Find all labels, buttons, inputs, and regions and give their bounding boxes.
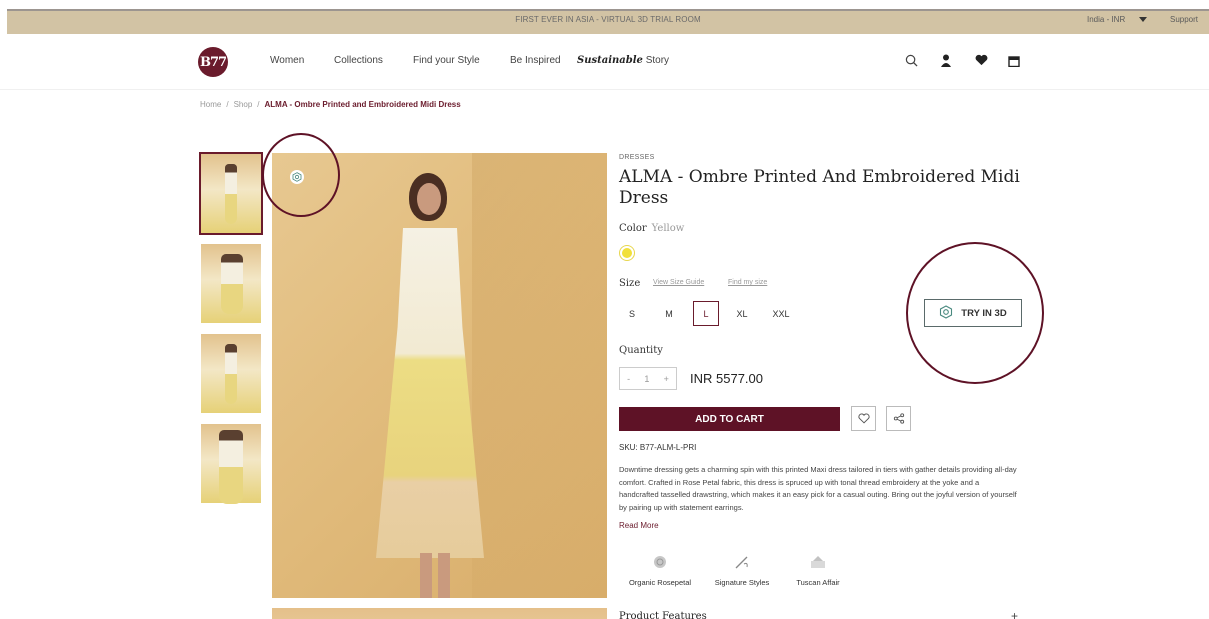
heart-outline-icon	[857, 413, 870, 424]
search-icon[interactable]	[903, 52, 919, 68]
color-swatch-yellow[interactable]	[620, 246, 634, 260]
breadcrumb: Home / Shop / ALMA - Ombre Printed and Embro…	[200, 100, 461, 109]
heart-icon[interactable]	[973, 52, 989, 68]
nav-women[interactable]: Women	[270, 55, 304, 66]
size-xxl-button[interactable]: XXL	[767, 301, 795, 326]
caret-down-icon	[1139, 17, 1148, 22]
thumbnail-3[interactable]	[201, 334, 261, 413]
feature-tuscan-affair: Tuscan Affair	[786, 553, 850, 587]
promo-bar: FIRST EVER IN ASIA - VIRTUAL 3D TRIAL RO…	[7, 9, 1209, 34]
user-icon[interactable]	[938, 52, 954, 68]
feature-label: Signature Styles	[714, 578, 770, 587]
qty-increment-button[interactable]: +	[664, 374, 669, 384]
brand-logo[interactable]: B77	[198, 47, 228, 77]
read-more-link[interactable]: Read More	[619, 521, 659, 530]
image-shadow	[472, 153, 607, 598]
thumbnail-4[interactable]	[201, 424, 261, 504]
add-to-cart-button[interactable]: ADD TO CART	[619, 407, 840, 431]
thumbnail-figure	[221, 254, 243, 314]
region-label: India - INR	[1087, 15, 1126, 24]
size-xl-button[interactable]: XL	[729, 301, 755, 326]
share-button[interactable]	[886, 406, 911, 431]
region-selector[interactable]: India - INR	[1087, 15, 1148, 24]
thumbnail-2[interactable]	[201, 244, 261, 323]
site-header: B77 Women Collections Find your Style Be…	[0, 34, 1209, 90]
nav-be-inspired[interactable]: Be Inspired	[510, 55, 561, 66]
color-label: Color	[619, 223, 647, 234]
breadcrumb-separator: /	[257, 100, 260, 109]
breadcrumb-shop[interactable]: Shop	[234, 100, 253, 109]
thumbnail-figure	[225, 164, 237, 224]
size-m-button[interactable]: M	[656, 301, 682, 326]
share-icon	[893, 413, 904, 424]
color-value: Yellow	[651, 223, 685, 234]
feature-label: Organic Rosepetal	[628, 578, 692, 587]
dress-figure	[376, 228, 484, 558]
support-link[interactable]: Support	[1170, 15, 1198, 24]
color-row: Color Yellow	[619, 223, 684, 234]
view-size-guide-link[interactable]: View Size Guide	[653, 279, 704, 286]
breadcrumb-separator: /	[226, 100, 229, 109]
bag-icon[interactable]	[1006, 52, 1022, 68]
thumbnail-figure	[225, 344, 237, 404]
product-sku: SKU: B77-ALM-L-PRI	[619, 443, 697, 452]
size-label: Size	[619, 278, 641, 289]
promo-text: FIRST EVER IN ASIA - VIRTUAL 3D TRIAL RO…	[515, 15, 701, 24]
highlight-circle	[906, 242, 1044, 384]
quantity-stepper: - 1 +	[619, 367, 677, 390]
qty-decrement-button[interactable]: -	[627, 374, 630, 384]
nav-story: Story	[642, 55, 670, 66]
needle-icon	[706, 553, 778, 571]
quantity-label: Quantity	[619, 345, 663, 356]
feature-label: Tuscan Affair	[796, 578, 840, 587]
breadcrumb-home[interactable]: Home	[200, 100, 221, 109]
breadcrumb-current: ALMA - Ombre Printed and Embroidered Mid…	[264, 100, 461, 109]
landscape-icon	[786, 553, 850, 571]
feature-organic-rosepetal: Organic Rosepetal	[620, 553, 700, 587]
nav-collections[interactable]: Collections	[334, 55, 383, 66]
size-s-button[interactable]: S	[619, 301, 645, 326]
find-my-size-link[interactable]: Find my size	[728, 279, 767, 286]
product-features-heading[interactable]: Product Features	[619, 611, 707, 619]
expand-icon[interactable]: +	[1011, 609, 1018, 619]
thumbnail-1[interactable]	[199, 152, 263, 235]
product-price: INR 5577.00	[690, 371, 763, 386]
nav-sustainable-bold: Sustainable	[577, 55, 643, 66]
qty-value[interactable]: 1	[644, 374, 649, 384]
thumbnail-figure	[219, 430, 243, 504]
wishlist-button[interactable]	[851, 406, 876, 431]
product-title: ALMA - Ombre Printed And Embroidered Mid…	[619, 167, 1020, 208]
nav-find-your-style[interactable]: Find your Style	[413, 55, 480, 66]
next-product-image[interactable]	[272, 608, 607, 619]
main-product-image[interactable]	[272, 153, 607, 598]
product-description: Downtime dressing gets a charming spin w…	[619, 465, 1017, 512]
model-legs	[420, 553, 450, 598]
feature-signature-styles: Signature Styles	[706, 553, 778, 587]
model-face	[417, 183, 441, 215]
size-l-button[interactable]: L	[693, 301, 719, 326]
rosepetal-icon	[620, 553, 700, 571]
highlight-circle	[262, 133, 340, 217]
nav-sustainable-story[interactable]: Sustainable Story	[577, 55, 669, 66]
product-category: DRESSES	[619, 154, 655, 161]
